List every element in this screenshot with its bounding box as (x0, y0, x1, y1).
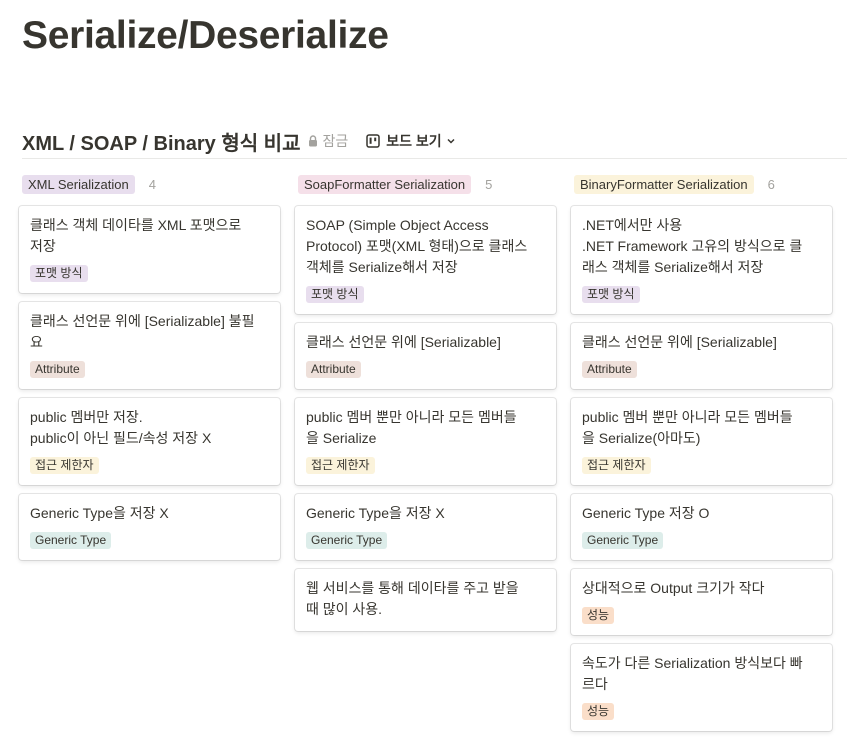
card-tag: Attribute (30, 361, 85, 378)
board-card[interactable]: Generic Type 저장 O Generic Type (571, 494, 832, 560)
board-column: BinaryFormatter Serialization 6 .NET에서만 사용… (571, 172, 832, 740)
column-header: XML Serialization 4 (19, 172, 280, 196)
group-count: 5 (485, 176, 493, 192)
card-title: 웹 서비스를 통해 데이타를 주고 받을 때 많이 사용. (306, 580, 519, 617)
board-card[interactable]: Generic Type을 저장 X Generic Type (19, 494, 280, 560)
card-title: 상대적으로 Output 크기가 작다 (582, 580, 765, 596)
card-title: .NET에서만 사용 .NET Framework 고유의 방식으로 클 래스 … (582, 217, 803, 275)
card-title: 클래스 선언문 위에 [Serializable] 불필 요 (30, 313, 255, 350)
board-card[interactable]: SOAP (Simple Object Access Protocol) 포맷(… (295, 206, 556, 314)
column-header: BinaryFormatter Serialization 6 (571, 172, 832, 196)
card-tag: Attribute (306, 361, 361, 378)
board-card[interactable]: public 멤버 뿐만 아니라 모든 멤버들 을 Serialize 접근 제한… (295, 398, 556, 485)
card-title: 클래스 선언문 위에 [Serializable] (582, 334, 777, 350)
card-title: public 멤버만 저장. public이 아닌 필드/속성 저장 X (30, 409, 212, 446)
card-title: Generic Type 저장 O (582, 505, 710, 521)
board-view-button[interactable]: 보드 보기 (366, 131, 455, 151)
chevron-down-icon (447, 138, 455, 144)
card-title: SOAP (Simple Object Access Protocol) 포맷(… (306, 217, 528, 275)
page-title: Serialize/Deserialize (22, 14, 389, 57)
lock-icon (309, 135, 318, 147)
board-card[interactable]: public 멤버만 저장. public이 아닌 필드/속성 저장 X 접근 제… (19, 398, 280, 485)
board-card[interactable]: 클래스 선언문 위에 [Serializable] 불필 요 Attribute (19, 302, 280, 389)
card-title: public 멤버 뿐만 아니라 모든 멤버들 을 Serialize (306, 409, 517, 446)
board-card[interactable]: .NET에서만 사용 .NET Framework 고유의 방식으로 클 래스 … (571, 206, 832, 314)
group-label[interactable]: XML Serialization (22, 174, 135, 194)
group-label[interactable]: SoapFormatter Serialization (298, 174, 472, 194)
card-tag: 포맷 방식 (30, 265, 88, 282)
database-header: XML / SOAP / Binary 형식 비교 잠금 보드 보기 (22, 124, 847, 159)
board-card[interactable]: 클래스 객체 데이타를 XML 포맷으로 저장포맷 방식 (19, 206, 280, 293)
board-card[interactable]: Generic Type을 저장 X Generic Type (295, 494, 556, 560)
card-tag: 접근 제한자 (306, 457, 375, 474)
lock-indicator[interactable]: 잠금 (308, 131, 348, 151)
board-column: SoapFormatter Serialization 5 SOAP (Simple… (295, 172, 556, 740)
group-count: 4 (148, 176, 156, 192)
card-tag: Generic Type (306, 532, 388, 549)
card-title: 클래스 선언문 위에 [Serializable] (306, 334, 501, 350)
card-tag: Generic Type (582, 532, 664, 549)
view-label: 보드 보기 (386, 133, 442, 149)
card-title: Generic Type을 저장 X (306, 505, 445, 521)
card-title: Generic Type을 저장 X (30, 505, 169, 521)
board-column: XML Serialization 4 클래스 객체 데이타를 XML 포맷으로 저… (19, 172, 280, 740)
card-tag: 포맷 방식 (582, 286, 640, 303)
board-card[interactable]: 클래스 선언문 위에 [Serializable] Attribute (295, 323, 556, 389)
card-tag: 포맷 방식 (306, 286, 364, 303)
column-header: SoapFormatter Serialization 5 (295, 172, 556, 196)
board-view-icon (366, 134, 380, 148)
card-tag: Attribute (582, 361, 637, 378)
board-card[interactable]: 속도가 다른 Serialization 방식보다 빠 르다성능 (571, 644, 832, 731)
group-label[interactable]: BinaryFormatter Serialization (574, 174, 754, 194)
card-title: public 멤버 뿐만 아니라 모든 멤버들 을 Serialize(아마도) (582, 409, 793, 446)
board-card[interactable]: 상대적으로 Output 크기가 작다성능 (571, 569, 832, 635)
database-title[interactable]: XML / SOAP / Binary 형식 비교 (22, 127, 300, 156)
board-card[interactable]: 클래스 선언문 위에 [Serializable] Attribute (571, 323, 832, 389)
group-count: 6 (767, 176, 775, 192)
card-tag: 성능 (582, 703, 615, 720)
card-title: 클래스 객체 데이타를 XML 포맷으로 저장 (30, 217, 242, 254)
board-card[interactable]: 웹 서비스를 통해 데이타를 주고 받을 때 많이 사용. (295, 569, 556, 631)
board: XML Serialization 4 클래스 객체 데이타를 XML 포맷으로 저… (19, 172, 832, 740)
card-tag: 접근 제한자 (30, 457, 99, 474)
card-tag: Generic Type (30, 532, 112, 549)
card-tag: 접근 제한자 (582, 457, 651, 474)
card-title: 속도가 다른 Serialization 방식보다 빠 르다 (582, 655, 803, 692)
board-card[interactable]: public 멤버 뿐만 아니라 모든 멤버들 을 Serialize(아마도)… (571, 398, 832, 485)
lock-label: 잠금 (322, 133, 349, 149)
card-tag: 성능 (582, 607, 615, 624)
